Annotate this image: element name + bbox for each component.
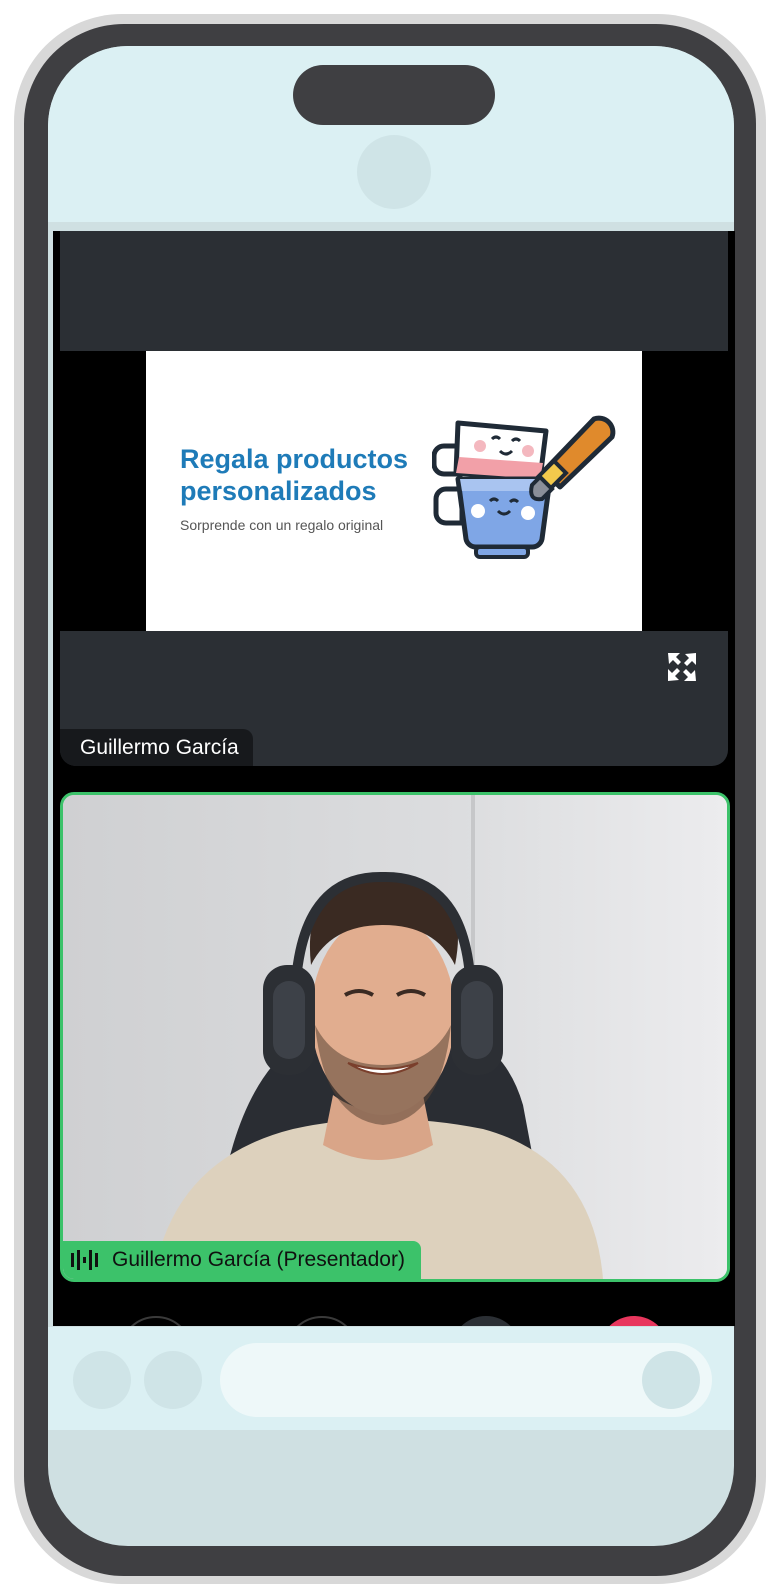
camera-icon[interactable]: [285, 1316, 359, 1326]
fullscreen-expand-icon[interactable]: [658, 643, 706, 691]
browser-bottom-bar: [48, 1327, 734, 1430]
video-call-app: Regala productos personalizados Sorprend…: [53, 231, 735, 1326]
audio-level-icon: [71, 1250, 98, 1270]
browser-top-button[interactable]: [357, 135, 431, 209]
dynamic-island: [293, 65, 495, 125]
address-bar-action-button[interactable]: [642, 1351, 700, 1409]
presenter-name-text: Guillermo García (Presentador): [112, 1248, 405, 1271]
mugs-illustration: [432, 415, 616, 559]
presentation-slide: Regala productos personalizados Sorprend…: [146, 351, 642, 631]
address-bar[interactable]: [220, 1343, 712, 1417]
microphone-icon[interactable]: [119, 1316, 193, 1326]
presenter-video-feed: [63, 795, 727, 1279]
slide-subtitle: Sorprende con un regalo original: [180, 517, 384, 533]
call-controls-bar: [53, 1316, 735, 1326]
status-bar-area: [48, 46, 734, 222]
shared-screen-area: Regala productos personalizados Sorprend…: [60, 351, 728, 631]
more-icon[interactable]: [451, 1316, 521, 1326]
forward-button[interactable]: [144, 1351, 202, 1409]
screen-share-tile: Regala productos personalizados Sorprend…: [60, 231, 728, 766]
presenter-name-label: Guillermo García (Presentador): [63, 1241, 421, 1279]
screen-share-owner-label: Guillermo García: [60, 729, 253, 766]
hang-up-icon[interactable]: [599, 1316, 669, 1326]
presenter-video-tile[interactable]: Guillermo García (Presentador): [60, 792, 730, 1282]
slide-title: Regala productos personalizados: [180, 444, 409, 506]
back-button[interactable]: [73, 1351, 131, 1409]
